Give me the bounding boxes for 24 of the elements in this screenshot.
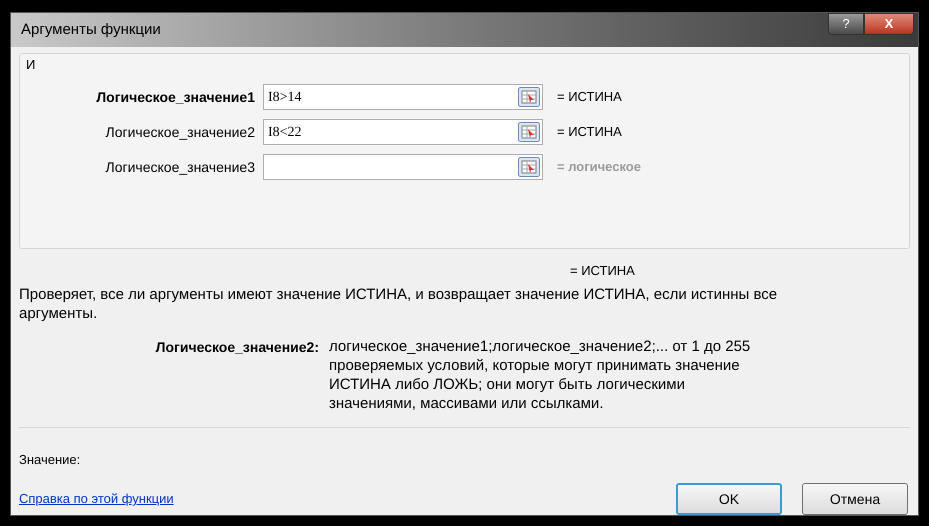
range-select-icon[interactable] <box>518 87 540 107</box>
argument-label: Логическое_значение2 <box>104 122 256 142</box>
help-button[interactable]: ? <box>828 13 864 35</box>
close-button[interactable]: X <box>864 13 914 35</box>
argument-result: = ИСТИНА <box>557 88 622 106</box>
range-select-icon[interactable] <box>518 122 540 142</box>
function-name: И <box>26 56 36 74</box>
formula-result: = ИСТИНА <box>570 262 636 280</box>
argument-field[interactable]: I8<22 <box>263 119 543 145</box>
argument-result: = логическое <box>557 158 641 176</box>
argument-field[interactable]: I8>14 <box>263 84 543 110</box>
argument-label: Логическое_значение1 <box>95 88 256 106</box>
range-select-icon[interactable] <box>518 157 540 177</box>
argument-label: Логическое_значение3 <box>104 158 256 177</box>
argument-help-text: логическое_значение1;логическое_значение2;... от 1 до 255 проверяемых условий, которые могут принимать значение ИСТИНА либо ЛОЖЬ; они могут быть логическими значениями, массивами или ссылками. <box>329 336 752 412</box>
window-title: Аргументы функции <box>21 20 161 40</box>
dialog-button[interactable]: Отмена <box>802 483 908 515</box>
help-link[interactable]: Справка по этой функции <box>19 489 174 509</box>
argument-result: = ИСТИНА <box>557 123 622 142</box>
function-description: Проверяет, все ли аргументы имеют значение ИСТИНА, и возвращает значение ИСТИНА, если истинны все аргументы. <box>19 284 778 322</box>
value-label: Значение: <box>19 450 82 468</box>
argument-help-label: Логическое_значение2: <box>154 338 320 356</box>
argument-field[interactable] <box>263 154 543 180</box>
dialog-button[interactable]: OK <box>676 483 782 515</box>
